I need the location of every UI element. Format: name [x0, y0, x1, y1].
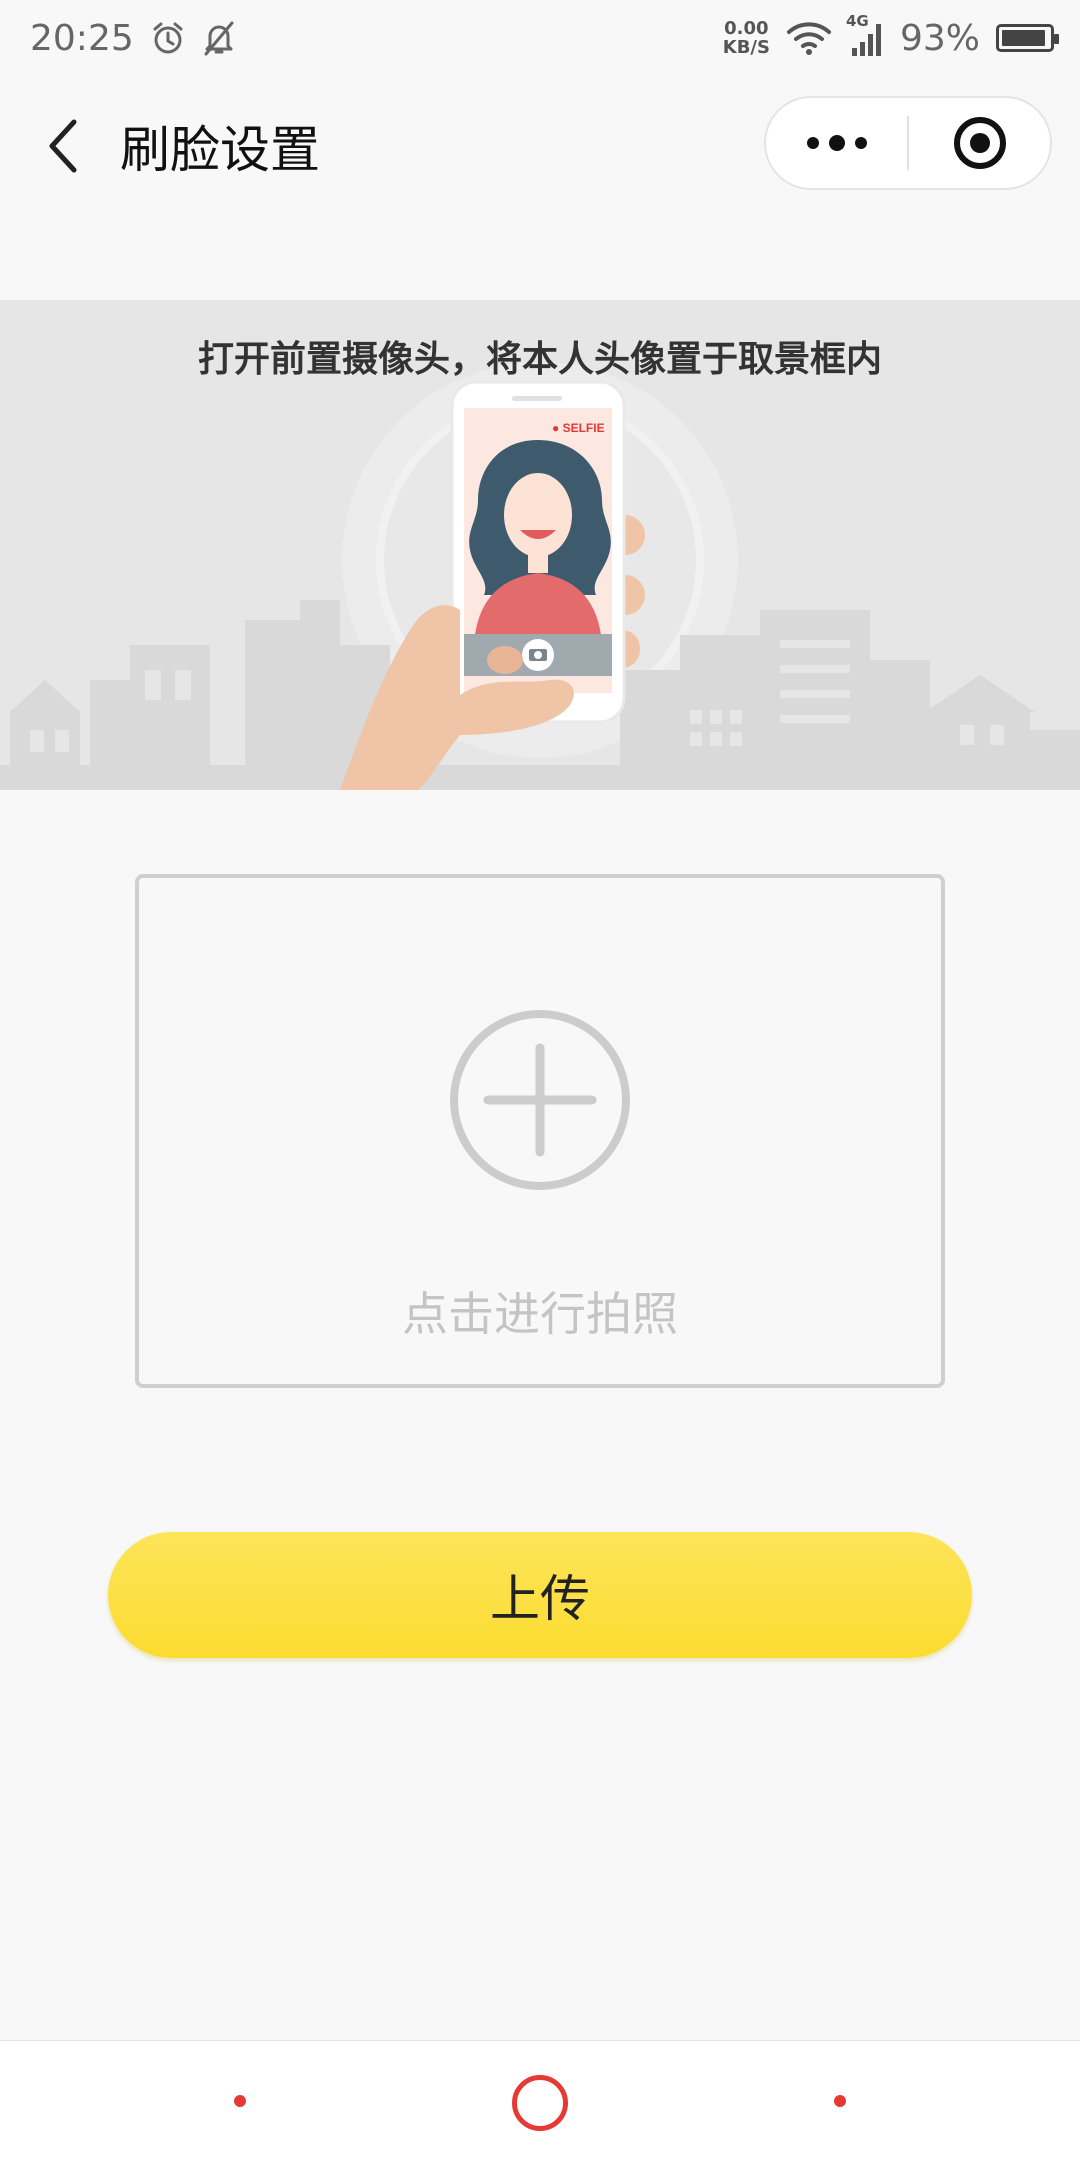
target-close-icon	[953, 117, 1006, 169]
nav-menu-dot[interactable]	[234, 2095, 246, 2107]
nav-home-button[interactable]	[512, 2075, 568, 2131]
mute-notification-icon	[202, 20, 236, 56]
page-title: 刷脸设置	[120, 121, 320, 179]
signal-icon: 4G	[846, 12, 884, 58]
take-photo-area[interactable]: 点击进行拍照	[135, 874, 945, 1388]
banner-instruction: 打开前置摄像头，将本人头像置于取景框内	[197, 339, 882, 380]
net-speed-unit: KB/S	[722, 37, 770, 58]
alarm-icon	[150, 20, 186, 56]
network-type-label: 4G	[845, 12, 869, 30]
upload-button[interactable]: 上传	[108, 1532, 972, 1658]
more-button[interactable]	[766, 98, 907, 188]
more-dots-icon	[806, 135, 867, 151]
net-speed-value: 0.00	[724, 18, 769, 39]
status-time: 20:25	[30, 17, 134, 59]
battery-level	[1002, 30, 1045, 46]
wifi-icon	[786, 20, 832, 56]
status-left: 20:25	[30, 18, 236, 59]
battery-icon	[996, 24, 1059, 52]
battery-percent: 93%	[899, 17, 980, 59]
back-arrow-icon	[49, 119, 77, 173]
photo-hint: 点击进行拍照	[402, 1287, 678, 1341]
status-bar: 20:25 0.00 KB/S 4G 93%	[0, 0, 1080, 76]
system-navigation-bar	[0, 2040, 1080, 2160]
navigation-bar: 刷脸设置	[0, 76, 1080, 212]
instruction-banner: ● SELFIE 打开前置摄像头，将本人头像置于取景框内	[0, 300, 1080, 790]
close-mini-program-button[interactable]	[909, 98, 1050, 188]
add-photo-icon	[450, 1010, 630, 1190]
net-speed: 0.00 KB/S	[723, 19, 770, 57]
status-right: 0.00 KB/S 4G 93%	[723, 12, 1059, 59]
back-button[interactable]	[38, 116, 88, 176]
selfie-label: ● SELFIE	[552, 421, 605, 435]
mini-program-capsule	[764, 96, 1052, 190]
nav-back-dot[interactable]	[834, 2095, 846, 2107]
